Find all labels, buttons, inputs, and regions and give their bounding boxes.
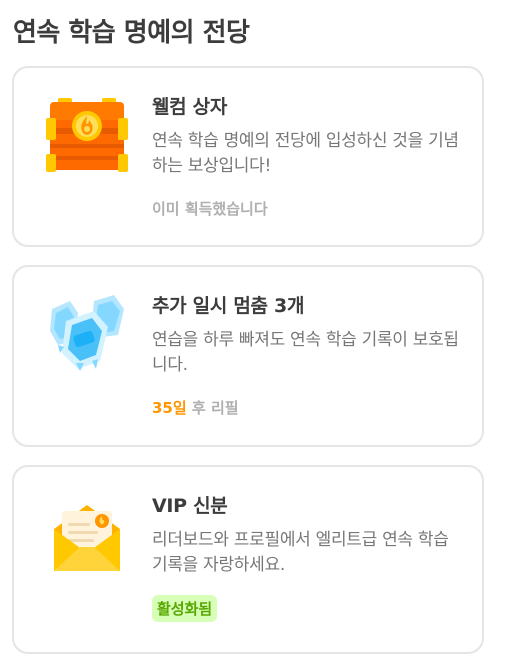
refill-days: 35일 <box>152 399 187 417</box>
card-description: 리더보드와 프로필에서 엘리트급 연속 학습 기록을 자랑하세요. <box>152 530 449 575</box>
card-description: 연속 학습 명예의 전당에 입성하신 것을 기념하는 보상입니다! <box>152 131 459 176</box>
active-badge: 활성화됨 <box>152 595 218 622</box>
treasure-chest-icon <box>44 92 130 178</box>
card-description: 연습을 하루 빠져도 연속 학습 기록이 보호됩니다. <box>152 330 459 375</box>
card-title: 추가 일시 멈춤 3개 <box>152 295 305 317</box>
streak-freeze-icon <box>44 291 130 377</box>
card-title: 웰컴 상자 <box>152 96 228 118</box>
page-title: 연속 학습 명예의 전당 <box>13 18 250 48</box>
reward-card-streak-freeze: 추가 일시 멈춤 3개 연습을 하루 빠져도 연속 학습 기록이 보호됩니다. … <box>12 265 484 447</box>
refill-suffix: 후 리필 <box>191 399 239 417</box>
reward-card-vip-status: VIP 신분 리더보드와 프로필에서 엘리트급 연속 학습 기록을 자랑하세요.… <box>12 465 484 654</box>
reward-card-welcome-chest: 웰컴 상자 연속 학습 명예의 전당에 입성하신 것을 기념하는 보상입니다! … <box>12 66 484 247</box>
claimed-status: 이미 획득했습니다 <box>152 200 268 218</box>
vip-invitation-icon <box>44 491 130 577</box>
refill-status: 35일 후 리필 <box>152 397 468 418</box>
card-title: VIP 신분 <box>152 495 228 517</box>
